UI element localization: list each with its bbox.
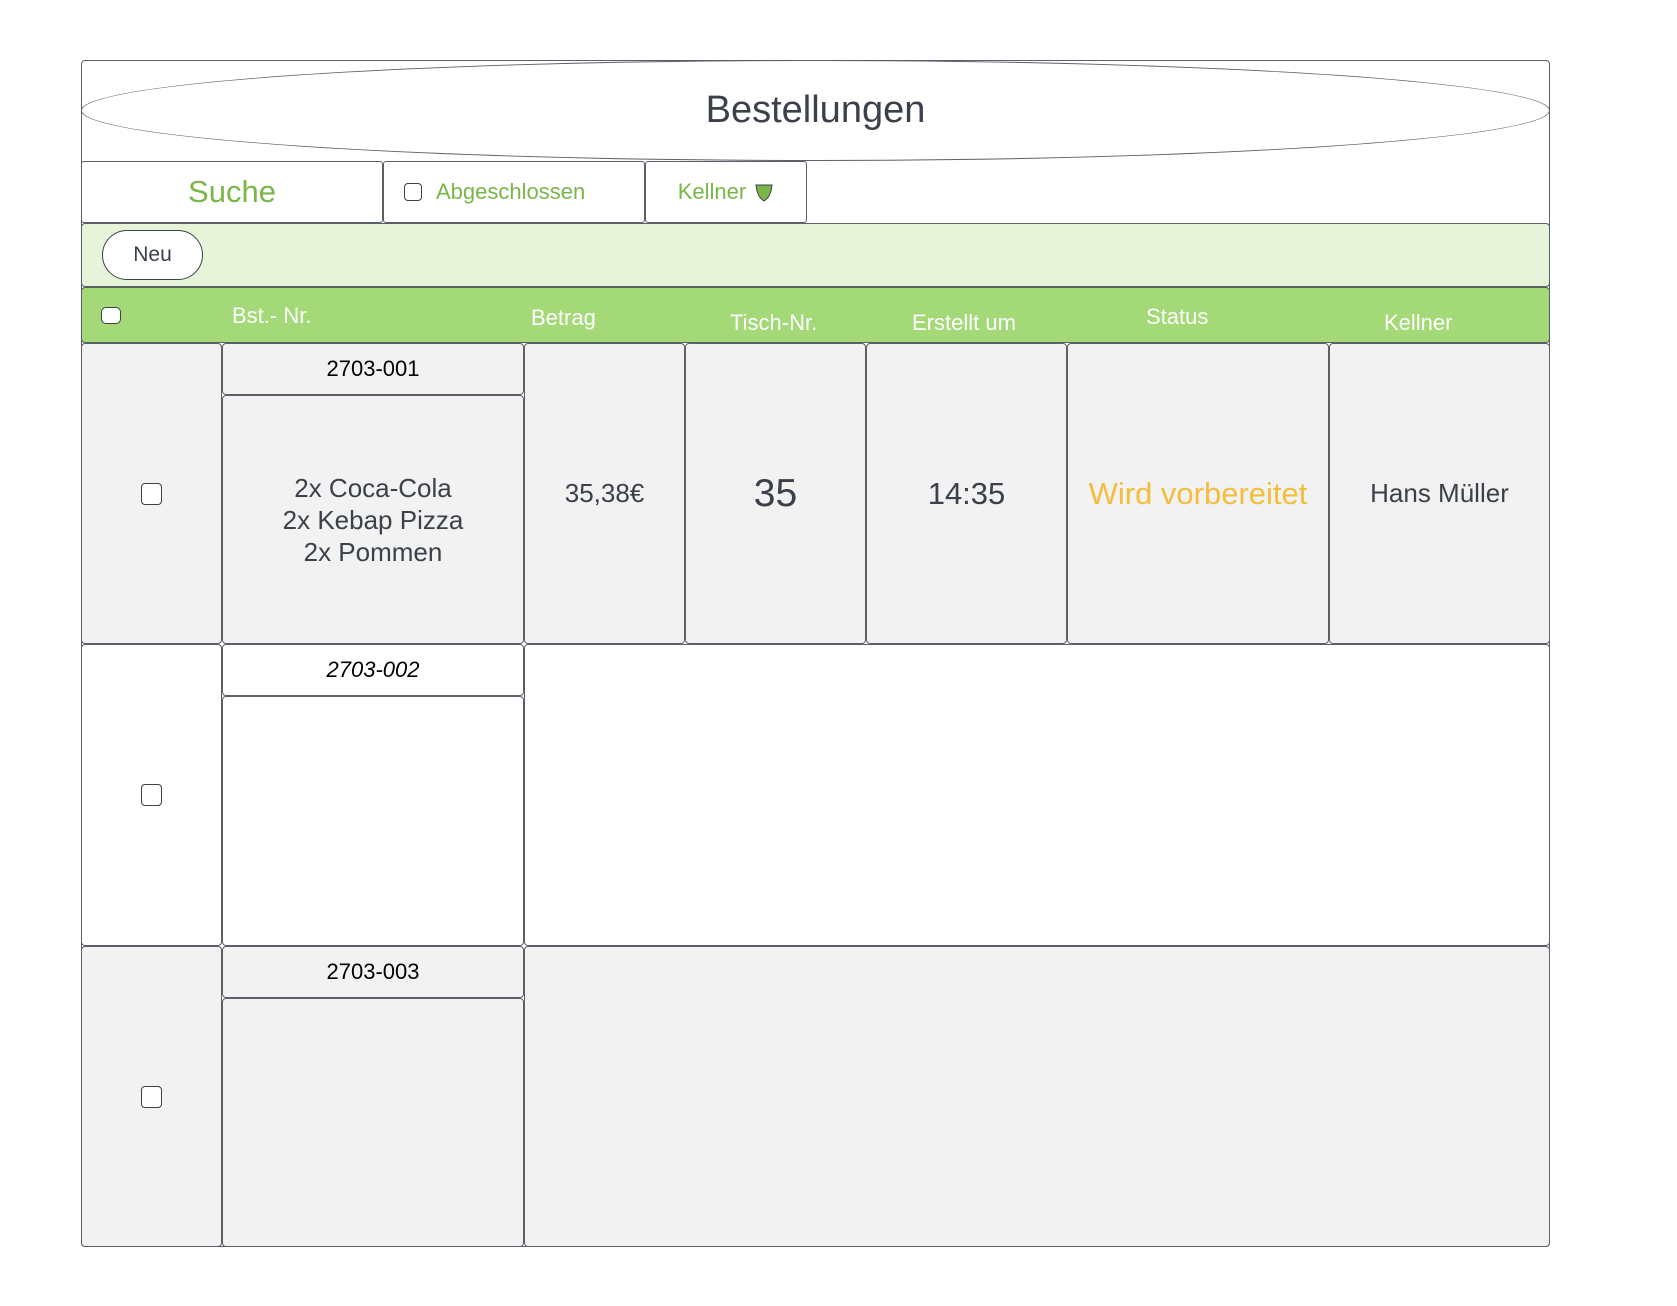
col-waiter[interactable]: Kellner [1384,310,1452,336]
col-amount[interactable]: Betrag [531,305,596,331]
search-box[interactable]: Suche [81,161,383,223]
order-items-cell[interactable]: 2x Coca-Cola 2x Kebap Pizza 2x Pommen [222,395,524,644]
col-created-at[interactable]: Erstellt um [912,310,1016,336]
table-row-select-cell[interactable] [81,644,222,946]
table-row[interactable] [524,946,1550,1247]
order-items-cell[interactable] [222,998,524,1247]
table-number-cell: 35 [685,343,866,644]
order-number-cell[interactable]: 2703-002 [222,644,524,696]
waiter-cell: Hans Müller [1329,343,1550,644]
amount-cell: 35,38€ [524,343,685,644]
completed-label: Abgeschlossen [436,179,586,204]
order-number-cell[interactable]: 2703-001 [222,343,524,395]
row-checkbox[interactable] [141,1085,162,1108]
col-status[interactable]: Status [1146,304,1208,330]
table-row-select-cell[interactable] [81,343,222,644]
waiter-filter-label: Kellner [677,179,747,204]
select-all-checkbox[interactable] [101,307,121,324]
row-checkbox[interactable] [141,482,162,505]
completed-checkbox[interactable] [404,183,422,201]
toolbar [81,223,1550,287]
row-checkbox[interactable] [141,784,162,806]
new-order-button[interactable]: Neu [102,230,203,280]
status-badge: Wird vorbereitet [1067,343,1329,644]
shield-dropdown-icon[interactable] [754,182,774,202]
table-row-select-cell[interactable] [81,946,222,1247]
search-label: Suche [188,174,276,209]
created-at-cell: 14:35 [866,343,1067,644]
col-table-no[interactable]: Tisch-Nr. [730,310,817,336]
waiter-filter-dropdown[interactable]: Kellner [645,161,807,223]
table-row[interactable] [524,644,1550,946]
completed-filter[interactable]: Abgeschlossen [383,161,645,223]
page-title: Bestellungen [705,89,926,131]
col-order-no[interactable]: Bst.- Nr. [232,303,311,329]
order-number-cell[interactable]: 2703-003 [222,946,524,998]
order-items-cell[interactable] [222,696,524,946]
